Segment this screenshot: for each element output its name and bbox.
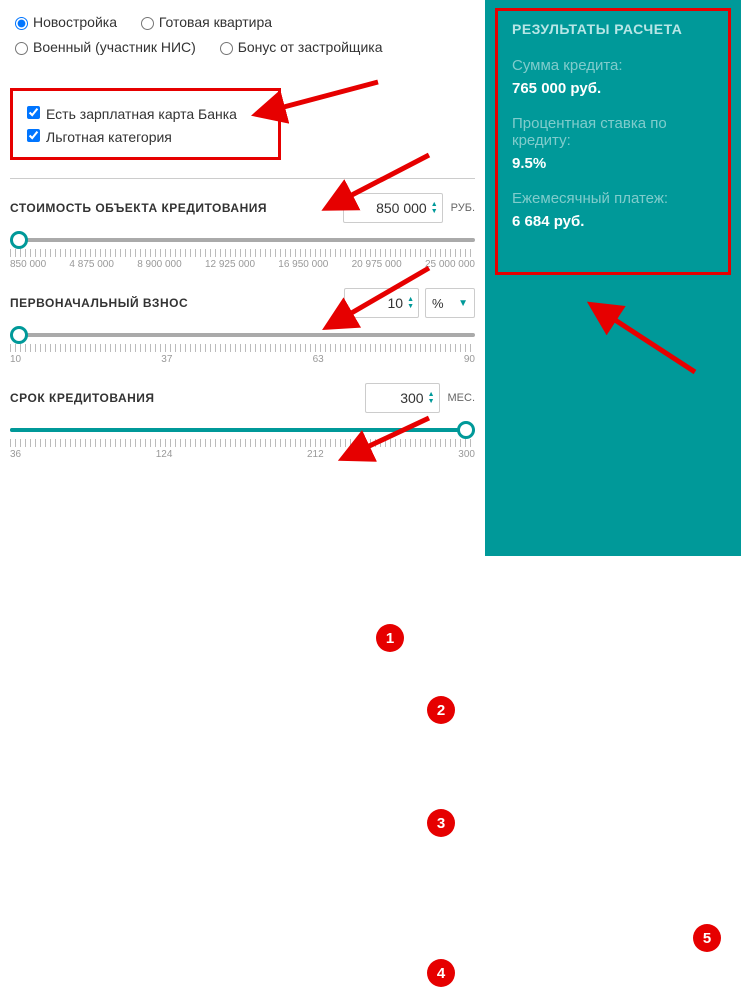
loan-amount-label: Сумма кредита: <box>512 57 714 74</box>
tick-label: 25 000 000 <box>425 259 475 270</box>
cost-unit: РУБ. <box>451 202 475 214</box>
radio-label: Военный (участник НИС) <box>33 39 196 55</box>
tick-label: 4 875 000 <box>69 259 114 270</box>
divider <box>10 178 475 179</box>
loan-amount-value: 765 000 руб. <box>512 80 714 97</box>
down-value: 10 <box>353 295 407 311</box>
spinner-icon[interactable]: ▲▼ <box>407 296 414 310</box>
tick-label: 212 <box>307 449 324 460</box>
term-slider[interactable] <box>10 423 475 437</box>
cost-input[interactable]: 850 000 ▲▼ <box>343 193 443 223</box>
checkbox-group: Есть зарплатная карта Банка Льготная кат… <box>10 88 281 160</box>
term-tick-labels: 36 124 212 300 <box>10 449 475 460</box>
ticks <box>10 439 475 447</box>
tick-label: 63 <box>313 354 324 365</box>
term-value: 300 <box>374 390 428 406</box>
term-unit: МЕС. <box>448 392 476 404</box>
cost-label: СТОИМОСТЬ ОБЪЕКТА КРЕДИТОВАНИЯ <box>10 201 267 215</box>
radio-row-2: Военный (участник НИС) Бонус от застройщ… <box>10 39 475 58</box>
tick-label: 16 950 000 <box>278 259 328 270</box>
tick-label: 20 975 000 <box>352 259 402 270</box>
term-row: СРОК КРЕДИТОВАНИЯ 300 ▲▼ МЕС. <box>10 383 475 413</box>
payment-label: Ежемесячный платеж: <box>512 190 714 207</box>
radio-new-building[interactable]: Новостройка <box>10 14 117 30</box>
unit-select-value: % <box>432 296 444 311</box>
tick-label: 8 900 000 <box>137 259 182 270</box>
results-box: РЕЗУЛЬТАТЫ РАСЧЕТА Сумма кредита: 765 00… <box>495 8 731 275</box>
ticks <box>10 344 475 352</box>
checkbox-salary-card[interactable]: Есть зарплатная карта Банка <box>23 103 268 122</box>
checkbox-label: Есть зарплатная карта Банка <box>46 106 237 122</box>
checkbox-label: Льготная категория <box>46 129 172 145</box>
cost-value: 850 000 <box>352 200 431 216</box>
cost-row: СТОИМОСТЬ ОБЪЕКТА КРЕДИТОВАНИЯ 850 000 ▲… <box>10 193 475 223</box>
down-tick-labels: 10 37 63 90 <box>10 354 475 365</box>
radio-military[interactable]: Военный (участник НИС) <box>10 39 196 55</box>
down-unit-select[interactable]: % ▼ <box>425 288 475 318</box>
tick-label: 300 <box>458 449 475 460</box>
tick-label: 36 <box>10 449 21 460</box>
term-label: СРОК КРЕДИТОВАНИЯ <box>10 391 155 405</box>
results-title: РЕЗУЛЬТАТЫ РАСЧЕТА <box>512 21 714 37</box>
slider-thumb[interactable] <box>10 231 28 249</box>
rate-label: Процентная ставка по кредиту: <box>512 115 714 149</box>
radio-bonus[interactable]: Бонус от застройщика <box>215 39 383 55</box>
down-slider[interactable] <box>10 328 475 342</box>
rate-value: 9.5% <box>512 155 714 172</box>
radio-ready-flat[interactable]: Готовая квартира <box>136 14 272 30</box>
cost-tick-labels: 850 000 4 875 000 8 900 000 12 925 000 1… <box>10 259 475 270</box>
radio-row-1: Новостройка Готовая квартира <box>10 14 475 33</box>
tick-label: 12 925 000 <box>205 259 255 270</box>
checkbox-preferential[interactable]: Льготная категория <box>23 126 268 145</box>
down-input[interactable]: 10 ▲▼ <box>344 288 419 318</box>
tick-label: 37 <box>161 354 172 365</box>
down-row: ПЕРВОНАЧАЛЬНЫЙ ВЗНОС 10 ▲▼ % ▼ <box>10 288 475 318</box>
results-panel: РЕЗУЛЬТАТЫ РАСЧЕТА Сумма кредита: 765 00… <box>485 0 741 556</box>
cost-slider[interactable] <box>10 233 475 247</box>
tick-label: 850 000 <box>10 259 46 270</box>
slider-thumb[interactable] <box>10 326 28 344</box>
tick-label: 124 <box>156 449 173 460</box>
tick-label: 10 <box>10 354 21 365</box>
radio-label: Готовая квартира <box>159 14 272 30</box>
radio-label: Бонус от застройщика <box>238 39 383 55</box>
payment-value: 6 684 руб. <box>512 213 714 230</box>
radio-label: Новостройка <box>33 14 117 30</box>
tick-label: 90 <box>464 354 475 365</box>
ticks <box>10 249 475 257</box>
chevron-down-icon: ▼ <box>458 298 468 309</box>
spinner-icon[interactable]: ▲▼ <box>428 391 435 405</box>
term-input[interactable]: 300 ▲▼ <box>365 383 440 413</box>
down-label: ПЕРВОНАЧАЛЬНЫЙ ВЗНОС <box>10 296 188 310</box>
spinner-icon[interactable]: ▲▼ <box>431 201 438 215</box>
slider-thumb[interactable] <box>457 421 475 439</box>
